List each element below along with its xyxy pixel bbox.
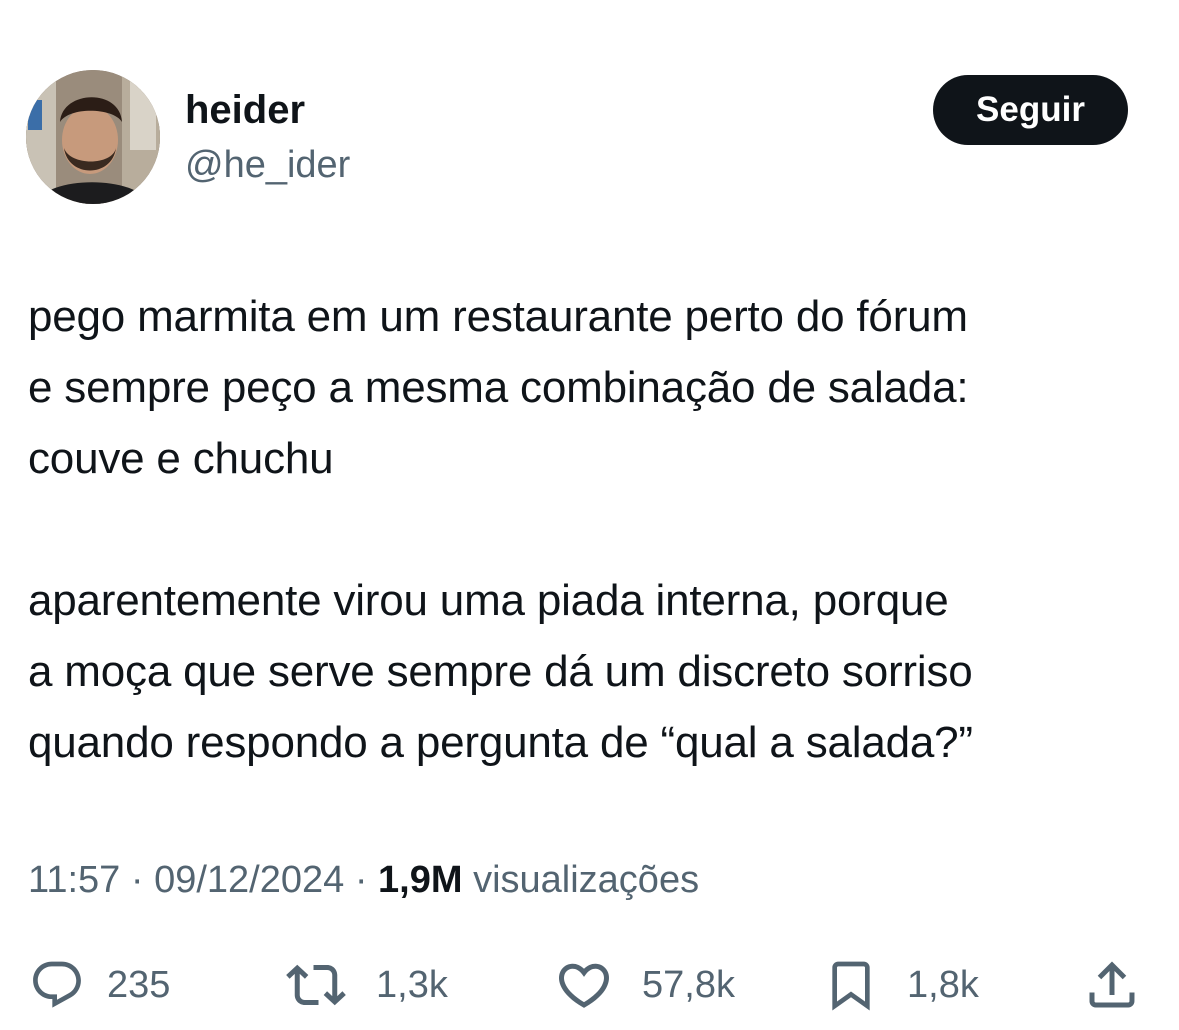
share-icon	[1089, 961, 1135, 1008]
bookmark-button[interactable]: 1,8k	[823, 950, 979, 1020]
display-name[interactable]: heider	[185, 86, 305, 134]
tweet-time[interactable]: 11:57	[28, 859, 120, 901]
bookmark-count: 1,8k	[907, 963, 979, 1006]
meta-separator: ·	[354, 859, 368, 901]
share-button[interactable]	[1082, 950, 1142, 1020]
tweet-meta: 11:57 · 09/12/2024 · 1,9M visualizações	[28, 855, 699, 905]
reply-button[interactable]: 235	[29, 950, 170, 1020]
tweet-paragraph: aparentemente virou uma piada interna, p…	[28, 576, 973, 767]
follow-button[interactable]: Seguir	[933, 75, 1128, 145]
views-label: visualizações	[473, 859, 700, 901]
avatar[interactable]	[26, 70, 160, 204]
meta-separator: ·	[130, 859, 144, 901]
views-count: 1,9M	[378, 859, 463, 901]
retweet-count: 1,3k	[376, 963, 448, 1006]
user-handle[interactable]: @he_ider	[185, 142, 350, 188]
retweet-icon	[286, 964, 346, 1006]
retweet-button[interactable]: 1,3k	[286, 950, 448, 1020]
tweet-paragraph: pego marmita em um restaurante perto do …	[28, 292, 969, 483]
reply-icon	[33, 961, 81, 1008]
tweet-text: pego marmita em um restaurante perto do …	[28, 281, 1158, 778]
heart-icon	[558, 963, 610, 1008]
like-count: 57,8k	[642, 963, 735, 1006]
bookmark-icon	[832, 961, 870, 1011]
avatar-photo	[26, 70, 160, 204]
like-button[interactable]: 57,8k	[554, 950, 735, 1020]
action-bar: 235 1,3k 57,8k 1,8k	[0, 950, 1179, 1020]
tweet-date[interactable]: 09/12/2024	[154, 859, 344, 901]
reply-count: 235	[107, 963, 171, 1006]
